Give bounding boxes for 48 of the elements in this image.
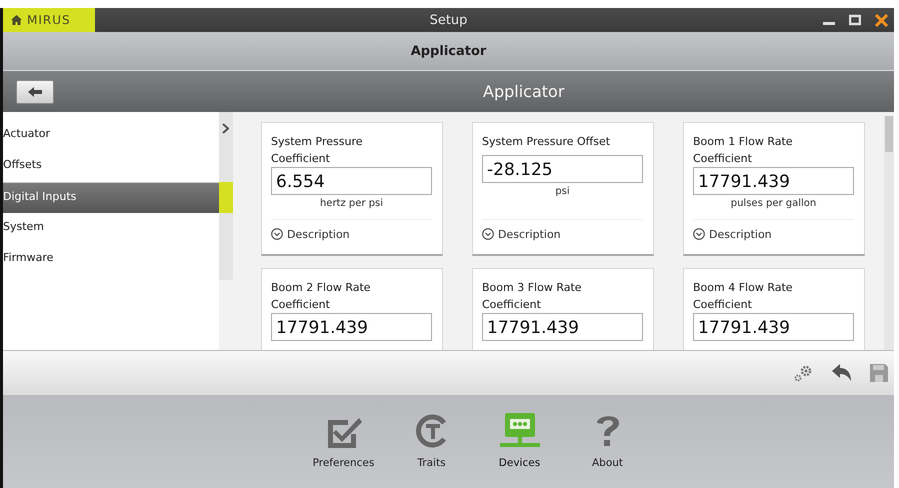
maximize-icon[interactable] [849, 14, 861, 26]
parameter-title: Boom 1 Flow Rate Coefficient [693, 134, 794, 167]
sidebar-item[interactable]: Actuator [3, 120, 219, 151]
toolbar-title: Applicator [483, 82, 564, 101]
sidebar-item[interactable]: Offsets [3, 151, 219, 182]
unit-label: hertz per psi [318, 198, 384, 209]
unit-label: pulses per gallon [730, 198, 818, 209]
header-title: Applicator [410, 44, 486, 58]
arrow-left-icon [28, 86, 42, 96]
nav-button[interactable]: About [576, 413, 640, 485]
scrollbar-thumb[interactable] [885, 116, 893, 152]
nav-button[interactable]: Traits [400, 413, 464, 485]
unit-label: psi [554, 186, 571, 197]
value-field[interactable]: -28.125 [482, 155, 643, 183]
value-field[interactable]: 6.554 [271, 167, 432, 195]
chevron-right-icon[interactable] [222, 123, 229, 134]
home-icon [11, 15, 22, 25]
chevron-down-circle-icon [271, 228, 283, 240]
nav-button[interactable]: Devices [488, 413, 552, 485]
monitor-icon [500, 413, 540, 449]
undo-icon[interactable] [832, 364, 852, 382]
back-button[interactable] [16, 80, 54, 104]
logo[interactable]: MIRUS [3, 8, 95, 32]
chevron-down-circle-icon [693, 228, 705, 240]
question-mark-icon [594, 413, 620, 449]
description-toggle[interactable]: Description [287, 228, 350, 240]
sidebar-item[interactable]: Firmware [3, 244, 219, 275]
parameter-title: System Pressure Coefficient [271, 134, 364, 167]
logo-text: MIRUS [27, 13, 71, 27]
chevron-down-circle-icon [482, 228, 494, 240]
window-title: Setup [428, 12, 468, 28]
parameter-title: Boom 3 Flow Rate Coefficient [482, 280, 583, 313]
sidebar-item[interactable]: System [3, 213, 219, 244]
nav-button[interactable]: Preferences [312, 413, 376, 485]
value-field[interactable]: 17791.439 [482, 313, 643, 341]
parameter-title: Boom 2 Flow Rate Coefficient [271, 280, 372, 313]
description-toggle[interactable]: Description [709, 228, 772, 240]
sidebar-item[interactable]: Digital Inputs [3, 182, 219, 213]
value-field[interactable]: 17791.439 [693, 167, 854, 195]
value-field[interactable]: 17791.439 [271, 313, 432, 341]
letter-circle-icon [414, 413, 448, 449]
selection-indicator [219, 182, 233, 213]
value-field[interactable]: 17791.439 [693, 313, 854, 341]
gears-icon[interactable] [794, 364, 814, 382]
description-toggle[interactable]: Description [498, 228, 561, 240]
close-icon[interactable] [875, 14, 888, 26]
parameter-title: System Pressure Offset [482, 134, 612, 150]
parameter-title: Boom 4 Flow Rate Coefficient [693, 280, 794, 313]
